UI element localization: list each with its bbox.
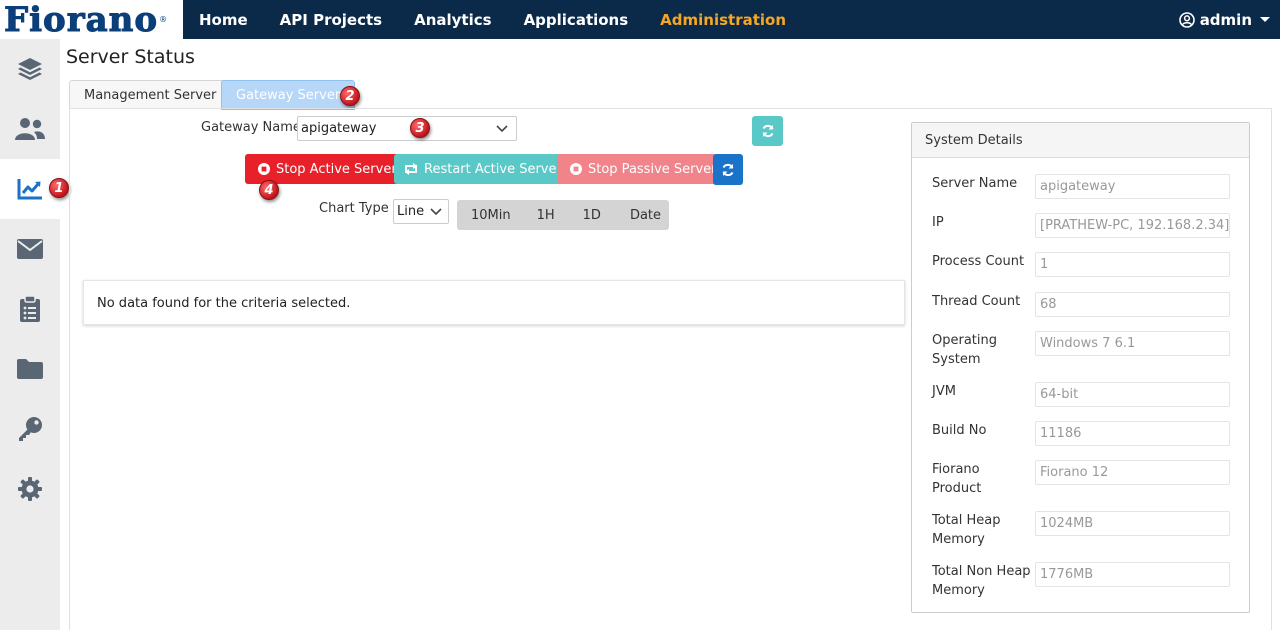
clipboard-icon: [20, 295, 40, 322]
annotation-marker-2: 2: [340, 86, 360, 106]
total-heap-memory-field: 1024MB: [1035, 511, 1230, 536]
time-range-selector: 10Min 1H 1D Date: [457, 200, 669, 230]
range-1d-button[interactable]: 1D: [583, 208, 601, 223]
total-heap-memory-label: Total Heap Memory: [932, 513, 1001, 547]
gateway-name-value: apigateway: [301, 121, 377, 136]
annotation-marker-1: 1: [49, 178, 69, 198]
restart-active-server-label: Restart Active Server: [424, 161, 562, 177]
top-navbar: Fiorano ® Home API Projects Analytics App…: [0, 0, 1280, 39]
sidebar-item-files[interactable]: [0, 339, 60, 399]
nav-api-projects[interactable]: API Projects: [280, 11, 382, 29]
sidebar: [0, 39, 60, 630]
logo-text: Fiorano: [3, 0, 159, 40]
fiorano-product-label: Fiorano Product: [932, 462, 982, 496]
jvm-label: JVM: [932, 384, 956, 399]
jvm-field: 64-bit: [1035, 382, 1230, 407]
stop-active-server-label: Stop Active Server: [276, 161, 397, 177]
server-name-label: Server Name: [932, 176, 1018, 191]
annotation-marker-3: 3: [410, 118, 430, 138]
annotation-marker-4: 4: [259, 180, 279, 200]
no-data-message: No data found for the criteria selected.: [83, 280, 905, 325]
ip-field: [PRATHEW-PC, 192.168.2.34]: [1035, 213, 1230, 238]
system-details-panel: System Details Server Name apigateway IP…: [911, 122, 1250, 613]
layers-icon: [18, 58, 42, 80]
sidebar-item-keys[interactable]: [0, 399, 60, 459]
stop-passive-server-label: Stop Passive Server: [588, 161, 717, 177]
ip-label: IP: [932, 215, 944, 230]
total-non-heap-memory-field: 1776MB: [1035, 562, 1230, 587]
page-title: Server Status: [66, 46, 195, 68]
sidebar-item-messages[interactable]: [0, 219, 60, 279]
user-circle-icon: [1178, 11, 1195, 28]
nav-applications[interactable]: Applications: [524, 11, 629, 29]
sidebar-item-users[interactable]: [0, 99, 60, 159]
chevron-down-icon: [496, 125, 508, 133]
restart-active-server-button[interactable]: Restart Active Server: [394, 154, 576, 184]
envelope-icon: [17, 239, 43, 259]
thread-count-label: Thread Count: [932, 294, 1021, 309]
nav-analytics[interactable]: Analytics: [414, 11, 491, 29]
chart-type-select[interactable]: Line: [393, 199, 449, 224]
build-no-field: 11186: [1035, 421, 1230, 446]
gateway-name-select[interactable]: apigateway: [297, 116, 517, 141]
logo-registered-mark: ®: [159, 15, 168, 24]
stop-circle-icon: [258, 163, 270, 175]
stop-passive-server-button[interactable]: Stop Passive Server: [557, 154, 729, 184]
chevron-down-icon: [1260, 17, 1270, 22]
range-1h-button[interactable]: 1H: [537, 208, 555, 223]
refresh-server-button[interactable]: [713, 154, 743, 185]
main-nav: Home API Projects Analytics Applications…: [199, 0, 818, 39]
tab-gateway-server[interactable]: Gateway Server: [221, 80, 356, 110]
users-icon: [15, 118, 45, 140]
key-icon: [19, 417, 42, 441]
chart-type-value: Line: [397, 204, 425, 219]
user-name: admin: [1199, 10, 1252, 29]
folder-icon: [17, 359, 43, 379]
range-10min-button[interactable]: 10Min: [471, 208, 511, 223]
process-count-field: 1: [1035, 252, 1230, 277]
chart-line-icon: [17, 179, 42, 200]
fiorano-product-field: Fiorano 12: [1035, 460, 1230, 485]
sidebar-item-apis[interactable]: [0, 39, 60, 99]
range-date-button[interactable]: Date: [630, 208, 661, 223]
nav-administration[interactable]: Administration: [660, 11, 786, 29]
retweet-icon: [405, 163, 417, 175]
chevron-down-icon: [430, 208, 442, 216]
refresh-gateway-button[interactable]: [752, 116, 783, 146]
total-non-heap-memory-label: Total Non Heap Memory: [932, 564, 1031, 598]
gear-icon: [18, 477, 42, 501]
chart-type-label: Chart Type: [319, 201, 389, 216]
gateway-name-label: Gateway Name: [201, 120, 301, 135]
refresh-icon: [722, 163, 734, 176]
user-menu[interactable]: admin: [1178, 0, 1270, 39]
server-name-field: apigateway: [1035, 174, 1230, 199]
operating-system-label: Operating System: [932, 333, 997, 367]
build-no-label: Build No: [932, 423, 987, 438]
system-details-title: System Details: [912, 123, 1249, 158]
thread-count-field: 68: [1035, 292, 1230, 317]
sidebar-item-reports[interactable]: [0, 279, 60, 339]
fiorano-logo[interactable]: Fiorano ®: [0, 0, 183, 39]
stop-circle-icon: [570, 163, 582, 175]
process-count-label: Process Count: [932, 254, 1025, 269]
refresh-icon: [762, 124, 773, 138]
operating-system-field: Windows 7 6.1: [1035, 331, 1230, 356]
sidebar-item-settings[interactable]: [0, 459, 60, 519]
nav-home[interactable]: Home: [199, 11, 248, 29]
tab-management-server[interactable]: Management Server: [69, 80, 232, 109]
